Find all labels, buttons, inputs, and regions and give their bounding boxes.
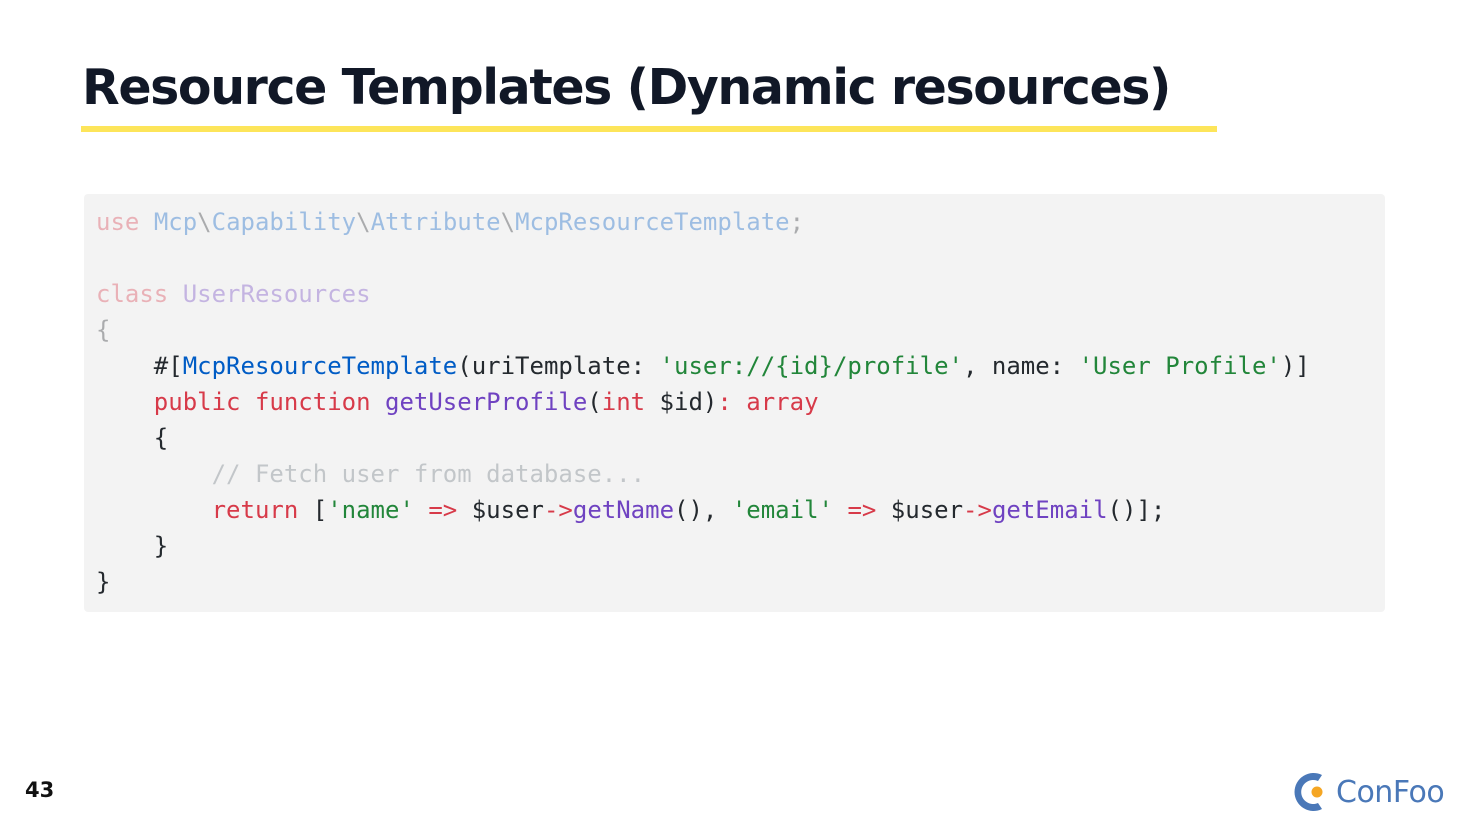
code-token-cls: UserResources [182, 280, 371, 308]
code-token-plain: )] [1280, 352, 1310, 380]
code-token-op: => [428, 496, 458, 524]
code-token-plain: $id) [645, 388, 718, 416]
code-token-plain: ( [587, 388, 602, 416]
code-token-comment: // Fetch user from database... [211, 460, 646, 488]
code-token-kw: array [746, 388, 819, 416]
code-token-kw: public [153, 388, 241, 416]
code-token-type: McpResourceTemplate [182, 352, 458, 380]
code-line: #[McpResourceTemplate(uriTemplate: 'user… [96, 348, 1385, 384]
code-token-plain: , name: [962, 352, 1079, 380]
code-token-plain: } [96, 568, 111, 596]
code-token-plain: ()]; [1107, 496, 1166, 524]
code-line: } [96, 564, 1385, 600]
code-token-op: => [847, 496, 877, 524]
code-token-kw: int [601, 388, 646, 416]
code-token-type: Capability [211, 208, 357, 236]
confoo-logo-icon [1294, 773, 1323, 811]
code-token-fn: getUserProfile [385, 388, 588, 416]
code-token-fn: getEmail [991, 496, 1108, 524]
code-line: { [96, 420, 1385, 456]
code-token-op: -> [963, 496, 992, 524]
code-token-plain: } [96, 532, 169, 560]
code-token-plain: ; [789, 208, 805, 236]
code-line: { [96, 312, 1385, 348]
code-line: ​ [96, 240, 1385, 276]
code-line: } [96, 528, 1385, 564]
code-line: public function getUserProfile(int $id):… [96, 384, 1385, 420]
code-token-plain: \ [197, 208, 212, 236]
slide-title: Resource Templates (Dynamic resources) [82, 59, 1171, 116]
code-token-plain: \ [356, 208, 371, 236]
code-token-kw: function [254, 388, 371, 416]
code-token-plain: $user [457, 496, 544, 524]
code-token-kw: class [96, 280, 169, 308]
slide: Resource Templates (Dynamic resources) u… [0, 0, 1470, 828]
code-token-str: 'user://{id}/profile' [659, 352, 963, 380]
code-token-str: 'User Profile' [1078, 352, 1281, 380]
code-token-plain: (uriTemplate: [457, 352, 660, 380]
code-line: return ['name' => $user->getName(), 'ema… [96, 492, 1385, 528]
code-token-str: 'email' [731, 496, 833, 524]
code-line: use Mcp\Capability\Attribute\McpResource… [96, 204, 1385, 240]
code-token-type: Mcp [153, 208, 198, 236]
code-token-type: Attribute [370, 208, 501, 236]
code-line: // Fetch user from database... [96, 456, 1385, 492]
code-block: use Mcp\Capability\Attribute\McpResource… [84, 194, 1385, 612]
code-token-plain: { [96, 424, 169, 452]
code-line: class UserResources [96, 276, 1385, 312]
code-token-kw: use [96, 208, 140, 236]
code-token-kw: return [211, 496, 299, 524]
code-token-plain: $user [876, 496, 964, 524]
code-token-fn: getName [572, 496, 675, 524]
code-token-op: : [717, 388, 732, 416]
page-number: 43 [25, 778, 55, 802]
logo-text: ConFoo [1336, 774, 1445, 810]
code-token-plain: #[ [96, 352, 183, 380]
code-token-plain: [ [298, 496, 328, 524]
code-token-op: -> [543, 496, 573, 524]
confoo-logo: ConFoo [1286, 766, 1445, 818]
title-underline [81, 126, 1217, 132]
code-token-plain: \ [500, 208, 516, 236]
code-token-str: 'name' [327, 496, 414, 524]
code-token-type: McpResourceTemplate [515, 208, 790, 236]
code-token-plain: (), [674, 496, 732, 524]
code-token-plain: { [96, 316, 111, 344]
